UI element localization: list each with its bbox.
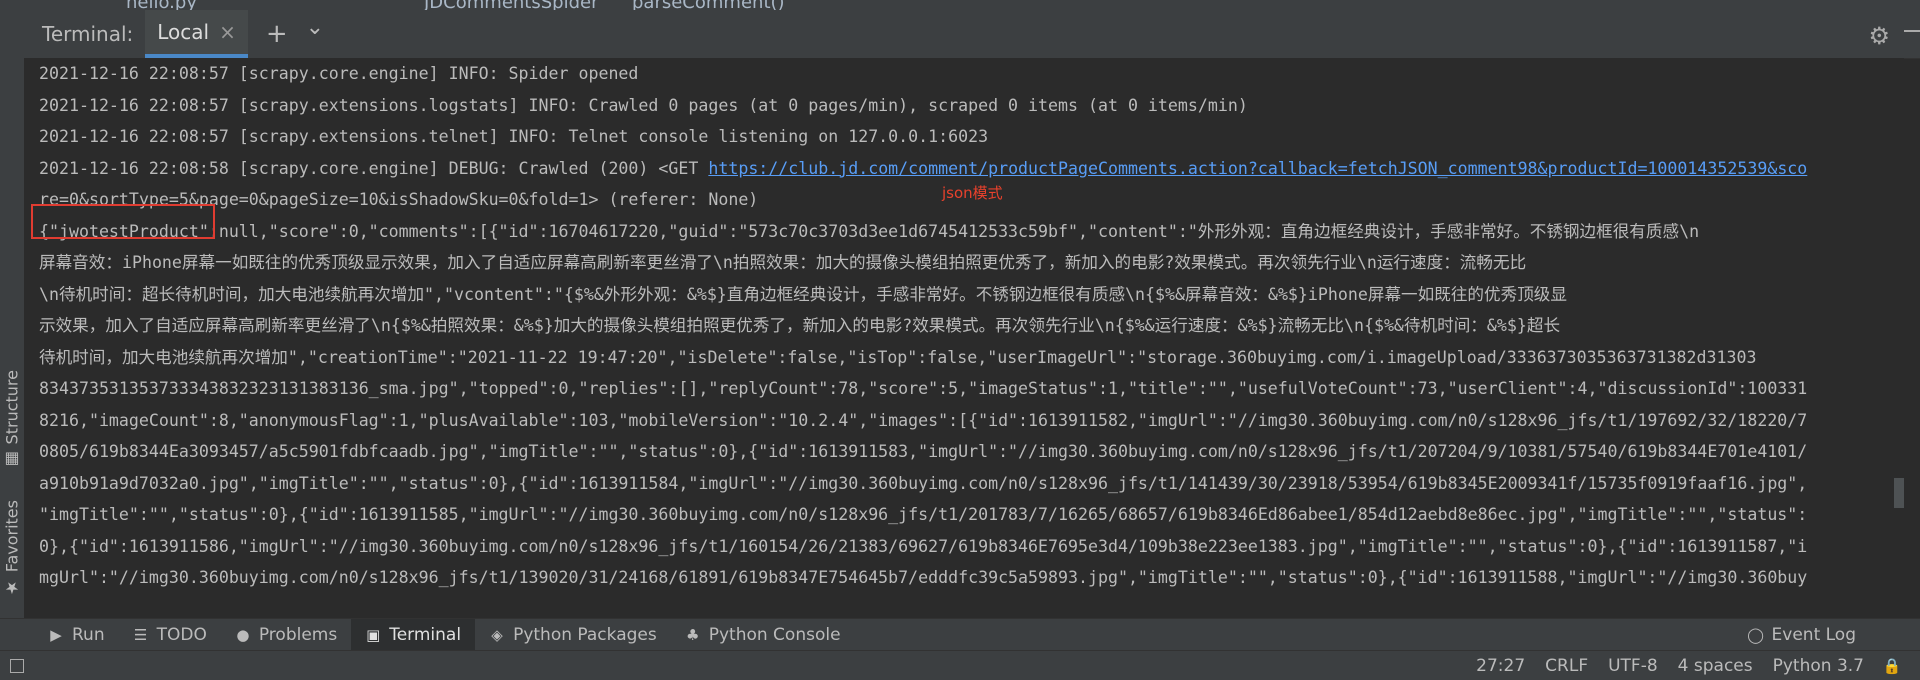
terminal-line: "imgTitle":"","status":0},{"id":16139115… [39,505,1808,524]
terminal-line: 0},{"id":1613911586,"imgUrl":"//img30.36… [39,536,1808,556]
terminal-line: {"jwotestProduct":null,"score":0,"commen… [39,221,1700,241]
chevron-down-icon[interactable]: ⌄ [306,17,324,39]
python-interpreter[interactable]: Python 3.7 [1773,656,1864,676]
info-icon: ● [236,626,250,644]
python-console-button[interactable]: ♣ Python Console [671,619,855,651]
terminal-line: 屏幕音效：iPhone屏幕一如既往的优秀顶级显示效果，加入了自适应屏幕高刷新率更… [39,253,1527,272]
structure-icon: ▦ [2,450,22,470]
status-bar: 27:27 CRLF UTF-8 4 spaces Python 3.7 🔒 [0,650,1920,680]
speech-bubble-icon: ◯ [1747,626,1764,644]
structure-tab[interactable]: ▦ Structure [2,370,22,469]
event-log-label: Event Log [1771,625,1856,645]
python-packages-label: Python Packages [513,625,657,645]
terminal-line: mgUrl":"//img30.360buyimg.com/n0/s128x96… [39,568,1808,587]
run-button[interactable]: ▶ Run [34,619,119,651]
terminal-line: 8216,"imageCount":8,"anonymousFlag":1,"p… [39,410,1808,430]
file-encoding[interactable]: UTF-8 [1608,656,1658,676]
json-mode-annotation: json模式 [942,184,1003,202]
terminal-line: a910b91a9d7032a0.jpg","imgTitle":"","sta… [39,473,1808,493]
terminal-label: Terminal [389,625,462,645]
add-icon[interactable]: + [266,21,288,47]
python-console-label: Python Console [708,625,841,645]
todo-button[interactable]: ☰ TODO [119,619,221,651]
star-icon: ★ [2,578,22,598]
problems-label: Problems [258,625,338,645]
terminal-button[interactable]: ▣ Terminal [351,619,476,651]
terminal-line-debug: 2021-12-16 22:08:58 [scrapy.core.engine]… [39,153,1904,185]
layers-icon: ◈ [491,626,503,644]
terminal-line: \n待机时间：超长待机时间，加大电池续航再次增加","vcontent":"{$… [39,284,1567,304]
terminal-header: Terminal: Local × + ⌄ ⚙ [24,10,1920,59]
problems-button[interactable]: ● Problems [221,619,351,651]
favorites-tab[interactable]: ★ Favorites [2,500,22,597]
editor-breadcrumb: hello.py JDCommentsSpider parseComment() [24,0,1920,10]
terminal-line: 待机时间，加大电池续航再次增加","creationTime":"2021-11… [39,347,1757,367]
breadcrumb-class[interactable]: JDCommentsSpider [424,0,599,10]
left-tool-strip: ▦ Structure ★ Favorites [0,0,25,650]
python-packages-button[interactable]: ◈ Python Packages [475,619,671,651]
indent-setting[interactable]: 4 spaces [1678,656,1753,676]
favorites-label: Favorites [2,500,22,573]
tab-local[interactable]: Local × [145,10,248,58]
close-icon[interactable]: × [219,20,236,44]
run-label: Run [72,625,105,645]
lock-icon[interactable]: 🔒 [1883,657,1902,675]
tool-window-bar: ▶ Run ☰ TODO ● Problems ▣ Terminal ◈ Pyt… [0,618,1920,651]
line-separator[interactable]: CRLF [1545,656,1588,676]
terminal-icon: ▣ [366,626,381,644]
list-icon: ☰ [133,626,148,644]
todo-label: TODO [156,625,207,645]
breadcrumb-method[interactable]: parseComment() [632,0,785,10]
scrollbar-thumb[interactable] [1894,478,1904,508]
breadcrumb-file[interactable]: hello.py [126,0,197,10]
tab-local-label: Local [157,20,210,44]
terminal-title: Terminal: [42,22,134,46]
gear-icon[interactable]: ⚙ [1868,22,1890,50]
terminal-line: 示效果，加入了自适应屏幕高刷新率更丝滑了\n{$%&拍照效果：&%$}加大的摄像… [39,316,1561,335]
terminal-line: 0805/619b8344Ea3093457/a5c5901fdbfcaadb.… [39,442,1808,461]
terminal-line: 834373531353733343832323131383136_sma.jp… [39,379,1808,398]
terminal-line: 2021-12-16 22:08:57 [scrapy.core.engine]… [39,64,639,83]
event-log-button[interactable]: ◯ Event Log [1734,619,1870,651]
terminal-line: 2021-12-16 22:08:57 [scrapy.extensions.l… [39,95,1248,115]
terminal-output[interactable]: 2021-12-16 22:08:57 [scrapy.core.engine]… [24,58,1904,618]
debug-url-link[interactable]: https://club.jd.com/comment/productPageC… [708,159,1807,178]
status-right: 27:27 CRLF UTF-8 4 spaces Python 3.7 🔒 [1476,656,1902,676]
debug-prefix: 2021-12-16 22:08:58 [scrapy.core.engine]… [39,158,709,178]
window-toggle-icon[interactable] [10,658,24,673]
play-icon: ▶ [50,626,62,644]
structure-label: Structure [2,370,22,445]
highlight-box [31,204,215,239]
caret-position[interactable]: 27:27 [1476,656,1525,676]
python-icon: ♣ [685,626,700,644]
minimize-icon[interactable] [1904,30,1920,32]
terminal-line: 2021-12-16 22:08:57 [scrapy.extensions.t… [39,127,989,146]
